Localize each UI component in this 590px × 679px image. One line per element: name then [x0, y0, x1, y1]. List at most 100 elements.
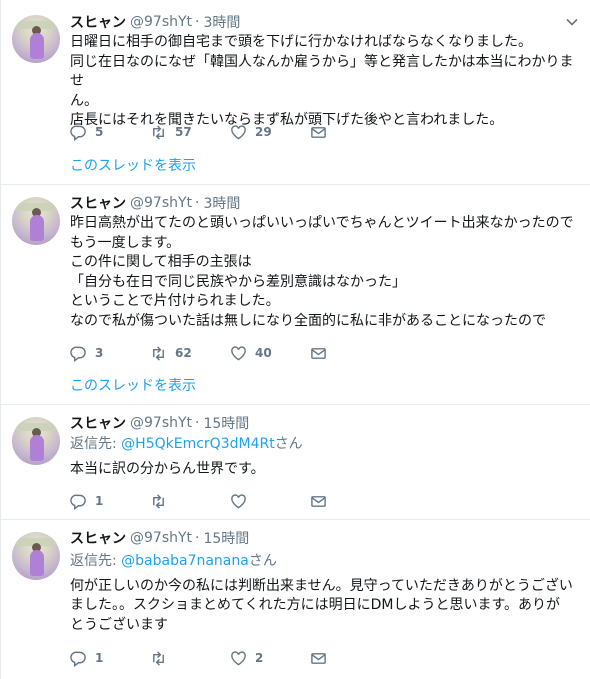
show-thread-link[interactable]: このスレッドを表示: [70, 155, 196, 175]
reply-context: 返信先: @H5QkEmcrQ3dM4Rtさん: [70, 435, 580, 455]
show-thread-link[interactable]: このスレッドを表示: [70, 375, 196, 395]
tweet-text: 昨日高熱が出てたのと頭いっぱいいっぱいでちゃんとツイート出来なかったので もう一…: [70, 214, 580, 331]
timeline: スヒャン @97shYt · 3時間 日曜日に相手の御自宅まで頭を下げに行かなけ…: [0, 0, 590, 679]
tweet-line: ました。。スクショまとめてくれた方には明日にDMしようと思います。ありが: [70, 597, 561, 613]
retweet-icon: [153, 345, 164, 361]
dm-button[interactable]: [310, 124, 327, 141]
tweet[interactable]: スヒャン @97shYt · 3時間 昨日高熱が出てたのと頭いっぱいいっぱいでち…: [1, 185, 590, 405]
heart-icon: [231, 493, 246, 508]
tweet-line: 昨日高熱が出てたのと頭いっぱいいっぱいでちゃんとツイート出来なかったので: [70, 215, 574, 231]
reply-button[interactable]: 1: [70, 650, 150, 667]
reply-suffix: さん: [274, 436, 303, 452]
retweet-button[interactable]: [150, 493, 230, 510]
tweet-text: 日曜日に相手の御自宅まで頭を下げに行かなければならなくなりました。 同じ在日なの…: [70, 33, 580, 131]
tweet[interactable]: スヒャン @97shYt · 15時間 返信先: @H5QkEmcrQ3dM4R…: [1, 405, 590, 520]
reply-prefix: 返信先:: [70, 436, 122, 452]
tweet-line: 同じ在日なのになぜ「韓国人なんか雇うから」等と発言したかは本当にわかりませ: [70, 53, 574, 90]
avatar[interactable]: [12, 532, 60, 580]
avatar[interactable]: [12, 197, 60, 245]
tweet-header: スヒャン @97shYt · 15時間: [70, 413, 249, 433]
tweet-line: とうございます: [70, 616, 168, 633]
retweet-button[interactable]: 57: [150, 124, 230, 141]
timestamp[interactable]: 3時間: [203, 12, 240, 32]
envelope-icon: [311, 347, 326, 359]
separator-dot: ·: [195, 195, 200, 211]
like-count: 2: [255, 651, 264, 665]
envelope-icon: [311, 495, 326, 507]
reply-button[interactable]: 1: [70, 493, 150, 510]
separator-dot: ·: [195, 530, 200, 546]
like-count: 40: [255, 346, 272, 360]
separator-dot: ·: [195, 415, 200, 431]
retweet-icon: [153, 124, 164, 140]
reply-context: 返信先: @bababa7nananaさん: [70, 552, 580, 572]
separator-dot: ·: [195, 14, 200, 30]
retweet-button[interactable]: [150, 650, 230, 667]
timestamp[interactable]: 15時間: [203, 413, 249, 433]
like-count: 29: [255, 125, 272, 139]
like-button[interactable]: 40: [230, 345, 310, 362]
retweet-count: 62: [175, 346, 192, 360]
reply-icon: [70, 651, 86, 667]
tweet-line: この件に関して相手の主張は: [70, 254, 252, 270]
reply-icon: [70, 125, 86, 141]
tweet-header: スヒャン @97shYt · 3時間: [70, 193, 240, 213]
tweet-header: スヒャン @97shYt · 15時間: [70, 528, 249, 548]
like-button[interactable]: 29: [230, 124, 310, 141]
heart-icon: [231, 345, 246, 360]
tweet[interactable]: スヒャン @97shYt · 15時間 返信先: @bababa7nananaさ…: [1, 520, 590, 679]
tweet-actions: 1 2: [70, 648, 327, 668]
user-handle[interactable]: @97shYt: [130, 415, 192, 431]
user-handle[interactable]: @97shYt: [130, 195, 192, 211]
user-handle[interactable]: @97shYt: [130, 14, 192, 30]
like-button[interactable]: [230, 493, 310, 510]
retweet-button[interactable]: 62: [150, 345, 230, 362]
tweet-line: なので私が傷ついた話は無しになり全面的に私に非があることになったので: [70, 312, 546, 329]
like-button[interactable]: 2: [230, 650, 310, 667]
reply-suffix: さん: [248, 553, 277, 569]
reply-count: 3: [95, 346, 104, 360]
tweet-line: ということで片付けられました。: [70, 293, 280, 309]
retweet-icon: [153, 650, 164, 666]
tweet-text: 返信先: @H5QkEmcrQ3dM4Rtさん 本当に訳の分からん世界です。: [70, 435, 580, 479]
user-handle[interactable]: @97shYt: [130, 530, 192, 546]
envelope-icon: [311, 126, 326, 138]
reply-button[interactable]: 5: [70, 124, 150, 141]
tweet-actions: 3 62 40: [70, 343, 327, 363]
reply-count: 1: [95, 651, 104, 665]
tweet-line: もう一度します。: [70, 234, 181, 251]
avatar[interactable]: [12, 15, 60, 63]
tweet-actions: 5 57 29: [70, 122, 327, 142]
tweet-line: 何が正しいのか今の私には判断出来ません。見守っていただきありがとうござい: [70, 577, 573, 594]
tweet-line: 「自分も在日で同じ民族やから差別意識はなかった」: [70, 273, 406, 290]
avatar[interactable]: [12, 417, 60, 465]
tweet-header: スヒャン @97shYt · 3時間: [70, 12, 240, 32]
tweet-actions: 1: [70, 491, 327, 511]
dm-button[interactable]: [310, 493, 327, 510]
tweet-line: ん。: [70, 92, 98, 109]
reply-count: 1: [95, 494, 104, 508]
tweet[interactable]: スヒャン @97shYt · 3時間 日曜日に相手の御自宅まで頭を下げに行かなけ…: [1, 0, 590, 185]
heart-icon: [231, 124, 246, 139]
reply-icon: [70, 494, 86, 510]
timestamp[interactable]: 15時間: [203, 528, 249, 548]
display-name[interactable]: スヒャン: [70, 193, 126, 213]
reply-icon: [70, 346, 86, 362]
heart-icon: [231, 650, 246, 665]
reply-count: 5: [95, 125, 104, 139]
chevron-down-icon[interactable]: [565, 15, 579, 29]
tweet-text: 返信先: @bababa7nananaさん 何が正しいのか今の私には判断出来ませ…: [70, 552, 580, 635]
retweet-count: 57: [175, 125, 192, 139]
display-name[interactable]: スヒャン: [70, 413, 126, 433]
timestamp[interactable]: 3時間: [203, 193, 240, 213]
reply-to-link[interactable]: @H5QkEmcrQ3dM4Rt: [121, 436, 275, 452]
reply-to-link[interactable]: @bababa7nanana: [121, 553, 249, 569]
dm-button[interactable]: [310, 650, 327, 667]
display-name[interactable]: スヒャン: [70, 528, 126, 548]
retweet-icon: [153, 493, 164, 509]
reply-button[interactable]: 3: [70, 345, 150, 362]
envelope-icon: [311, 652, 326, 664]
display-name[interactable]: スヒャン: [70, 12, 126, 32]
reply-prefix: 返信先:: [70, 553, 122, 569]
dm-button[interactable]: [310, 345, 327, 362]
